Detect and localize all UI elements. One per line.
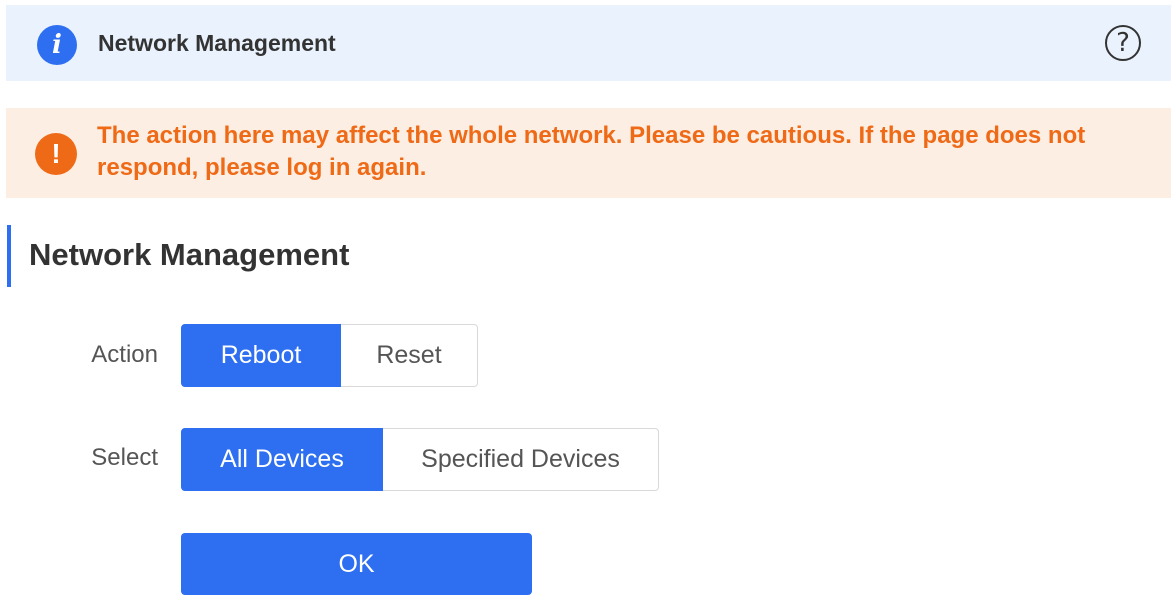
section-accent-bar [7,225,11,287]
ok-button[interactable]: OK [181,533,532,595]
reset-button[interactable]: Reset [341,324,478,387]
all-devices-button[interactable]: All Devices [181,428,383,491]
warning-text: The action here may affect the whole net… [97,122,1086,181]
select-segmented-control: All Devices Specified Devices [181,428,659,491]
select-label: Select [91,444,158,471]
specified-devices-button[interactable]: Specified Devices [383,428,659,491]
help-icon[interactable]: ? [1105,25,1141,61]
reboot-button[interactable]: Reboot [181,324,341,387]
action-label: Action [91,341,158,368]
section-title: Network Management [29,237,350,272]
warning-icon: ! [35,133,77,175]
page-header-title: Network Management [98,30,336,56]
action-segmented-control: Reboot Reset [181,324,478,387]
info-icon: i [37,25,77,65]
